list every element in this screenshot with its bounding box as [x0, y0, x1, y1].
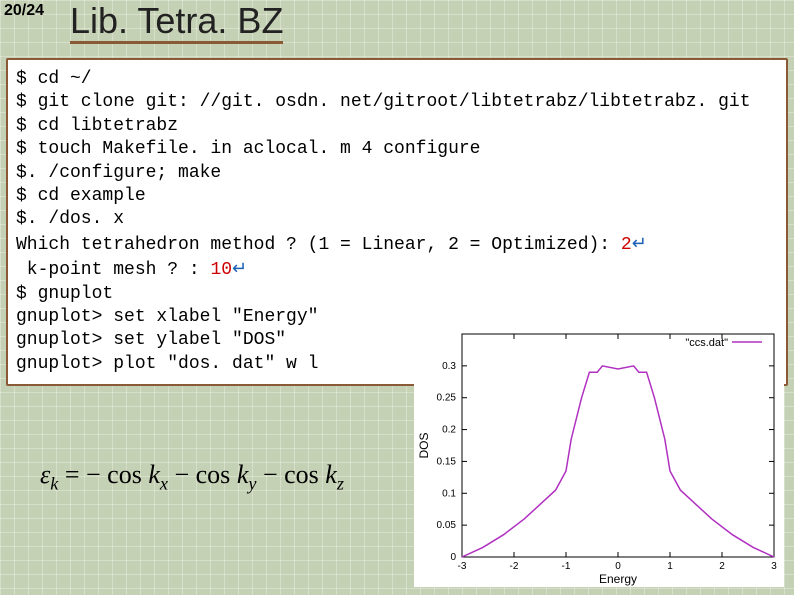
term-line: gnuplot> set xlabel "Energy"	[16, 307, 318, 327]
svg-text:0.05: 0.05	[437, 520, 457, 531]
term-sub: x	[160, 473, 168, 493]
term-func: cos	[196, 460, 231, 489]
formula-lhs-var: ε	[40, 460, 50, 489]
term-arg: k	[148, 460, 160, 489]
user-input: 10	[210, 260, 232, 280]
svg-text:3: 3	[771, 561, 777, 572]
term-func: cos	[284, 460, 319, 489]
term-sub: z	[337, 473, 344, 493]
term-line: $ git clone git: //git. osdn. net/gitroo…	[16, 92, 751, 112]
term-line: $. /configure; make	[16, 163, 221, 183]
term-prompt: k-point mesh ? :	[16, 260, 210, 280]
term-line: gnuplot> plot "dos. dat" w l	[16, 354, 318, 374]
svg-text:0: 0	[615, 561, 621, 572]
term-line: $ cd libtetrabz	[16, 116, 178, 136]
svg-text:1: 1	[667, 561, 673, 572]
term-arg: k	[325, 460, 337, 489]
term-sign: −	[86, 460, 101, 489]
page-title: Lib. Tetra. BZ	[70, 0, 283, 42]
formula-eq: =	[58, 460, 86, 489]
term-arg: k	[237, 460, 249, 489]
svg-text:2: 2	[719, 561, 725, 572]
term-prompt: Which tetrahedron method ? (1 = Linear, …	[16, 235, 621, 255]
chart-svg: -3 -2 -1 0 1 2 3 0 0.05 0.1 0.15 0.2 0.25 0.3 Energy DO…	[414, 322, 784, 587]
term-line: $ cd ~/	[16, 69, 92, 89]
term-sign: −	[174, 460, 189, 489]
dos-chart: -3 -2 -1 0 1 2 3 0 0.05 0.1 0.15 0.2 0.25 0.3 Energy DO…	[414, 322, 784, 587]
term-sign: −	[263, 460, 278, 489]
svg-text:Energy: Energy	[599, 572, 637, 586]
page-counter: 20/24	[4, 2, 44, 20]
svg-text:0.15: 0.15	[437, 456, 457, 467]
user-input: 2	[621, 235, 632, 255]
term-sub: y	[248, 473, 256, 493]
svg-text:0: 0	[450, 552, 456, 563]
svg-text:0.1: 0.1	[442, 488, 456, 499]
svg-text:0.2: 0.2	[442, 425, 456, 436]
svg-text:-2: -2	[510, 561, 519, 572]
svg-text:0.3: 0.3	[442, 361, 456, 372]
title-text: Lib. Tetra. BZ	[70, 0, 283, 44]
return-icon: ↵	[232, 258, 247, 278]
svg-text:"ccs.dat": "ccs.dat"	[685, 337, 728, 349]
term-line: $ touch Makefile. in aclocal. m 4 config…	[16, 139, 480, 159]
return-icon: ↵	[632, 233, 647, 253]
term-line: gnuplot> set ylabel "DOS"	[16, 330, 286, 350]
svg-text:-1: -1	[562, 561, 571, 572]
term-func: cos	[107, 460, 142, 489]
svg-text:-3: -3	[458, 561, 467, 572]
term-line: $ gnuplot	[16, 284, 113, 304]
term-line: $. /dos. x	[16, 209, 124, 229]
svg-text:DOS: DOS	[417, 432, 431, 458]
term-line: $ cd example	[16, 186, 146, 206]
dispersion-formula: εk = − cos kx − cos ky − cos kz	[40, 460, 400, 494]
svg-text:0.25: 0.25	[437, 393, 457, 404]
